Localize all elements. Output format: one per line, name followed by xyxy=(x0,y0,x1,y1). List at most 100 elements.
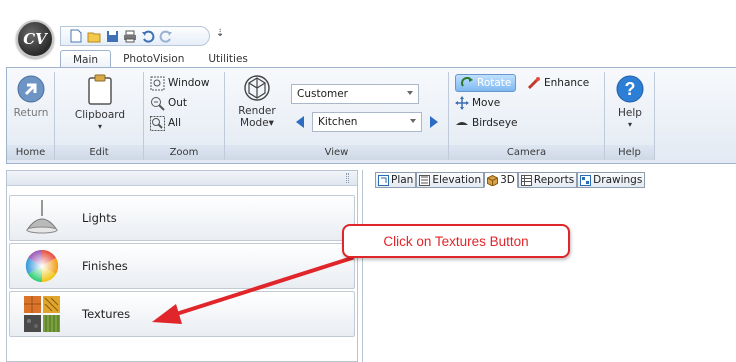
group-label-help: Help xyxy=(605,145,654,160)
clipboard-label: Clipboard xyxy=(74,109,126,121)
rotate-icon xyxy=(461,77,473,87)
reports-icon xyxy=(520,174,532,186)
move-label: Move xyxy=(472,97,501,109)
return-label: Return xyxy=(13,107,49,119)
help-button[interactable]: ? Help ▾ xyxy=(611,74,649,131)
print-icon[interactable] xyxy=(123,29,137,43)
group-label-view: View xyxy=(225,145,448,160)
ribbon-group-help: ? Help ▾ Help xyxy=(605,72,655,160)
group-label-home: Home xyxy=(7,145,54,160)
app-window: CV ⇣ Main PhotoVision Utilities Return H… xyxy=(0,0,736,362)
clipboard-icon xyxy=(88,74,112,105)
instruction-callout-text: Click on Textures Button xyxy=(383,233,529,249)
zoom-out-button[interactable]: Out xyxy=(150,94,187,112)
drawings-icon xyxy=(580,174,592,186)
finishes-button[interactable]: Finishes xyxy=(9,243,355,289)
move-button[interactable]: Move xyxy=(455,94,500,112)
zoom-all-icon xyxy=(150,115,165,131)
svg-text:?: ? xyxy=(625,79,636,99)
redo-icon[interactable] xyxy=(159,29,173,43)
app-logo-text: CV xyxy=(23,30,47,48)
ribbon-group-zoom: Window Out All Zoom xyxy=(144,72,225,160)
view-tab-drawings[interactable]: Drawings xyxy=(577,172,646,188)
view-tab-reports-label: Reports xyxy=(533,174,575,186)
birdseye-label: Birdseye xyxy=(472,117,518,129)
elevation-icon xyxy=(419,174,431,186)
group-label-edit: Edit xyxy=(55,145,143,160)
enhance-label: Enhance xyxy=(544,77,590,89)
group-label-zoom: Zoom xyxy=(144,145,224,160)
ribbon-tabs: Main PhotoVision Utilities xyxy=(60,50,260,68)
render-mode-button[interactable]: Render Mode▾ xyxy=(229,74,285,129)
save-icon[interactable] xyxy=(105,29,119,43)
arrow-left-icon xyxy=(296,116,304,128)
previous-room-button[interactable] xyxy=(291,113,309,131)
tab-main[interactable]: Main xyxy=(60,50,112,68)
clipboard-dropdown-icon: ▾ xyxy=(97,122,102,131)
render-mode-label-line2: Mode xyxy=(240,117,269,129)
render-mode-label: Render Mode▾ xyxy=(238,105,276,129)
tab-photovision[interactable]: PhotoVision xyxy=(111,50,196,68)
ribbon-group-home: Return Home xyxy=(7,72,55,160)
zoom-window-label: Window xyxy=(168,77,210,89)
return-button[interactable]: Return xyxy=(11,74,51,119)
view-tabs: Plan Elevation 3D Reports Drawings xyxy=(375,172,646,188)
app-logo-button[interactable]: CV xyxy=(16,20,54,58)
room-dropdown[interactable]: Kitchen xyxy=(312,112,422,132)
zoom-all-button[interactable]: All xyxy=(150,114,181,132)
birdseye-icon xyxy=(456,122,468,125)
view-tab-plan[interactable]: Plan xyxy=(375,172,417,188)
lights-button[interactable]: Lights xyxy=(9,195,355,241)
lamp-icon xyxy=(22,198,62,238)
view-tab-3d-label: 3D xyxy=(500,174,515,186)
rotate-button[interactable]: Rotate xyxy=(455,74,517,92)
ribbon-group-camera: Rotate Enhance Move Birdseye Camera xyxy=(449,72,605,160)
view-tab-drawings-label: Drawings xyxy=(593,174,643,186)
panel-header xyxy=(7,171,357,186)
arrow-right-icon xyxy=(430,116,438,128)
view-tab-reports[interactable]: Reports xyxy=(517,172,578,188)
textures-button[interactable]: Textures xyxy=(9,291,355,337)
group-label-camera: Camera xyxy=(449,145,604,160)
move-icon xyxy=(455,96,469,110)
view-area: Plan Elevation 3D Reports Drawings xyxy=(362,170,736,362)
finishes-label: Finishes xyxy=(82,259,128,273)
undo-icon[interactable] xyxy=(141,29,155,43)
qat-customize-dropdown[interactable]: ⇣ xyxy=(216,28,224,39)
view-tab-elevation[interactable]: Elevation xyxy=(416,172,485,188)
zoom-out-icon xyxy=(151,96,165,111)
plan-icon xyxy=(378,174,389,186)
render-mode-label-line1: Render xyxy=(238,105,276,117)
room-dropdown-value: Kitchen xyxy=(318,116,358,128)
tab-utilities[interactable]: Utilities xyxy=(196,50,260,68)
panel-grip-icon[interactable] xyxy=(346,173,349,183)
catalog-panel: Lights Finishes Textures xyxy=(6,170,358,362)
next-room-button[interactable] xyxy=(425,113,443,131)
view-tab-3d[interactable]: 3D xyxy=(484,172,518,188)
return-icon xyxy=(17,75,45,103)
help-dropdown-icon: ▾ xyxy=(627,120,632,129)
rotate-label: Rotate xyxy=(477,77,512,89)
view-tab-elevation-label: Elevation xyxy=(432,174,482,186)
lights-label: Lights xyxy=(82,211,117,225)
ribbon-group-view: Render Mode▾ Customer Kitchen View xyxy=(225,72,449,160)
enhance-button[interactable]: Enhance xyxy=(527,74,589,92)
zoom-window-icon xyxy=(150,76,165,90)
birdseye-button[interactable]: Birdseye xyxy=(455,114,518,132)
3d-cube-icon xyxy=(487,174,499,186)
room-selector: Kitchen xyxy=(291,112,445,132)
new-document-icon[interactable] xyxy=(69,29,83,43)
help-label: Help xyxy=(618,107,642,119)
color-wheel-icon xyxy=(22,246,62,286)
customer-dropdown[interactable]: Customer xyxy=(291,84,419,104)
ribbon: Return Home Clipboard ▾ Edit Window Out … xyxy=(6,67,736,164)
zoom-out-label: Out xyxy=(168,97,188,109)
textures-label: Textures xyxy=(82,307,131,321)
quick-access-toolbar xyxy=(60,26,210,46)
customer-dropdown-value: Customer xyxy=(297,88,349,100)
view-tab-plan-label: Plan xyxy=(391,174,414,186)
open-folder-icon[interactable] xyxy=(87,29,101,43)
zoom-window-button[interactable]: Window xyxy=(150,74,209,92)
render-mode-cube-icon xyxy=(244,75,270,101)
clipboard-button[interactable]: Clipboard ▾ xyxy=(75,74,125,133)
